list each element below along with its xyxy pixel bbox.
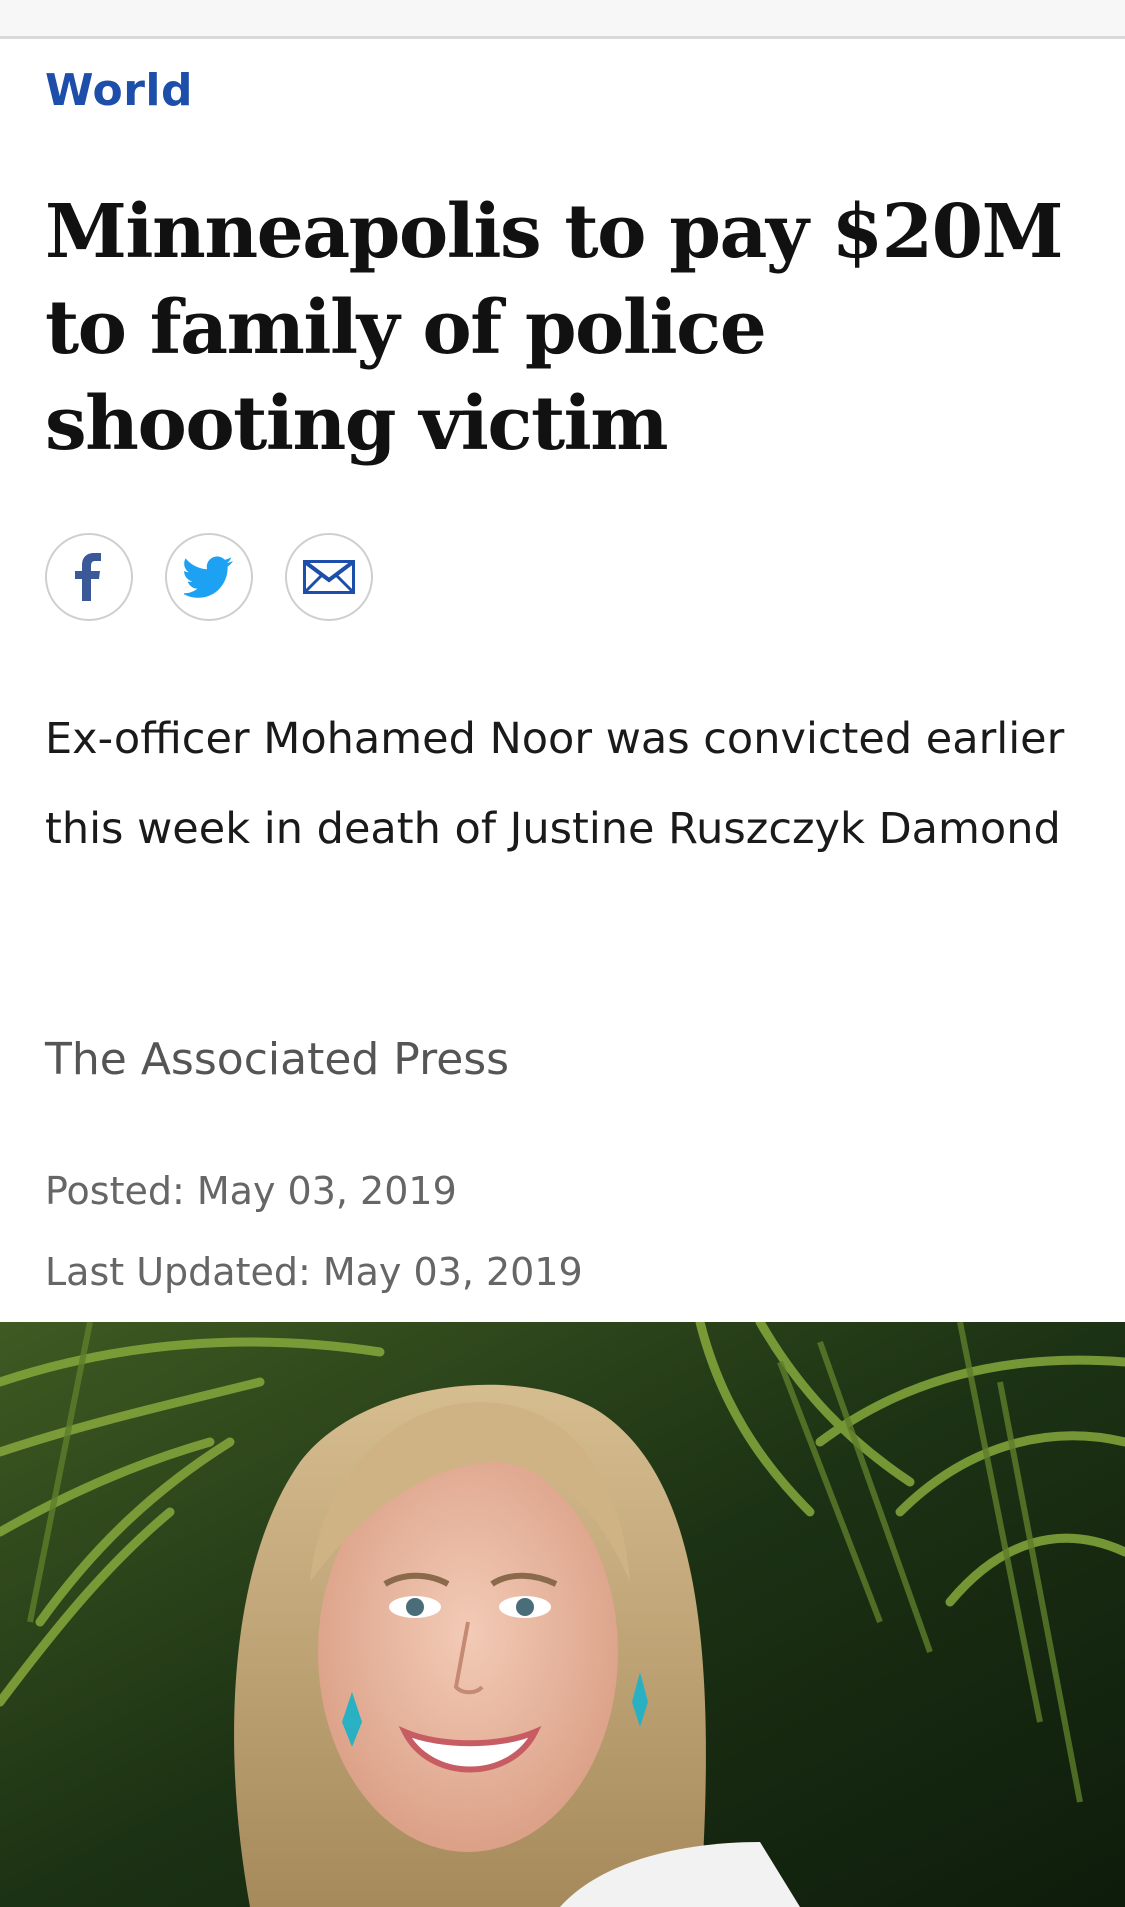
section-link-world[interactable]: World [45,65,193,116]
hero-image[interactable] [0,1322,1125,1907]
share-twitter-button[interactable] [165,533,253,621]
hero-photo [0,1322,1125,1907]
facebook-icon [75,553,101,601]
last-updated-date: Last Updated: May 03, 2019 [45,1250,583,1294]
posted-date: Posted: May 03, 2019 [45,1169,457,1213]
share-facebook-button[interactable] [45,533,133,621]
article-dek: Ex-officer Mohamed Noor was convicted ea… [45,714,1065,854]
email-icon [303,560,355,594]
article-byline: The Associated Press [45,1034,510,1085]
twitter-icon [184,556,233,598]
share-buttons [45,533,373,623]
top-app-bar [0,0,1125,39]
article-headline: Minneapolis to pay $20M to family of pol… [45,189,1064,467]
share-email-button[interactable] [285,533,373,621]
